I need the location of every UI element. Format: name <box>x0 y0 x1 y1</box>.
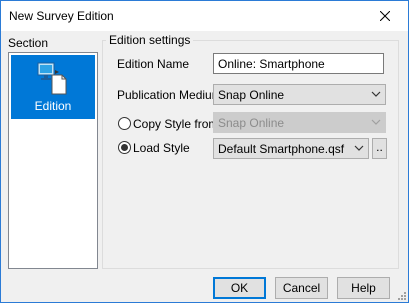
edition-icon <box>37 62 67 95</box>
browse-style-button[interactable]: .. <box>372 138 387 159</box>
resize-grip-icon[interactable] <box>396 290 406 300</box>
section-item-edition[interactable]: Edition <box>11 55 95 119</box>
title-bar: New Survey Edition <box>1 1 408 31</box>
copy-style-value: Snap Online <box>218 116 285 130</box>
ok-button[interactable]: OK <box>213 277 266 299</box>
section-list[interactable]: Edition <box>8 52 98 269</box>
chevron-down-icon <box>371 119 381 125</box>
chevron-down-icon <box>371 91 381 97</box>
chevron-down-icon <box>354 145 364 151</box>
publication-medium-label: Publication Medium <box>117 88 222 102</box>
edition-name-input[interactable] <box>213 53 384 74</box>
publication-medium-select[interactable]: Snap Online <box>213 84 386 105</box>
close-button[interactable] <box>362 1 408 31</box>
publication-medium-value: Snap Online <box>218 88 285 102</box>
load-style-select[interactable]: Default Smartphone.qsf <box>213 138 369 159</box>
load-style-label: Load Style <box>133 141 190 155</box>
dialog-window: New Survey Edition Section Edition Editi… <box>0 0 409 303</box>
load-style-radio[interactable] <box>118 141 131 154</box>
close-icon <box>380 11 390 21</box>
window-title: New Survey Edition <box>9 9 114 23</box>
section-item-label: Edition <box>34 99 72 113</box>
edition-name-label: Edition Name <box>117 57 190 71</box>
copy-style-label: Copy Style from <box>133 117 219 131</box>
section-header: Section <box>8 36 49 50</box>
group-title: Edition settings <box>106 33 194 47</box>
load-style-value: Default Smartphone.qsf <box>218 142 345 156</box>
copy-style-radio[interactable] <box>118 117 131 130</box>
help-button[interactable]: Help <box>337 277 390 299</box>
copy-style-select[interactable]: Snap Online <box>213 112 386 133</box>
cancel-button[interactable]: Cancel <box>275 277 328 299</box>
